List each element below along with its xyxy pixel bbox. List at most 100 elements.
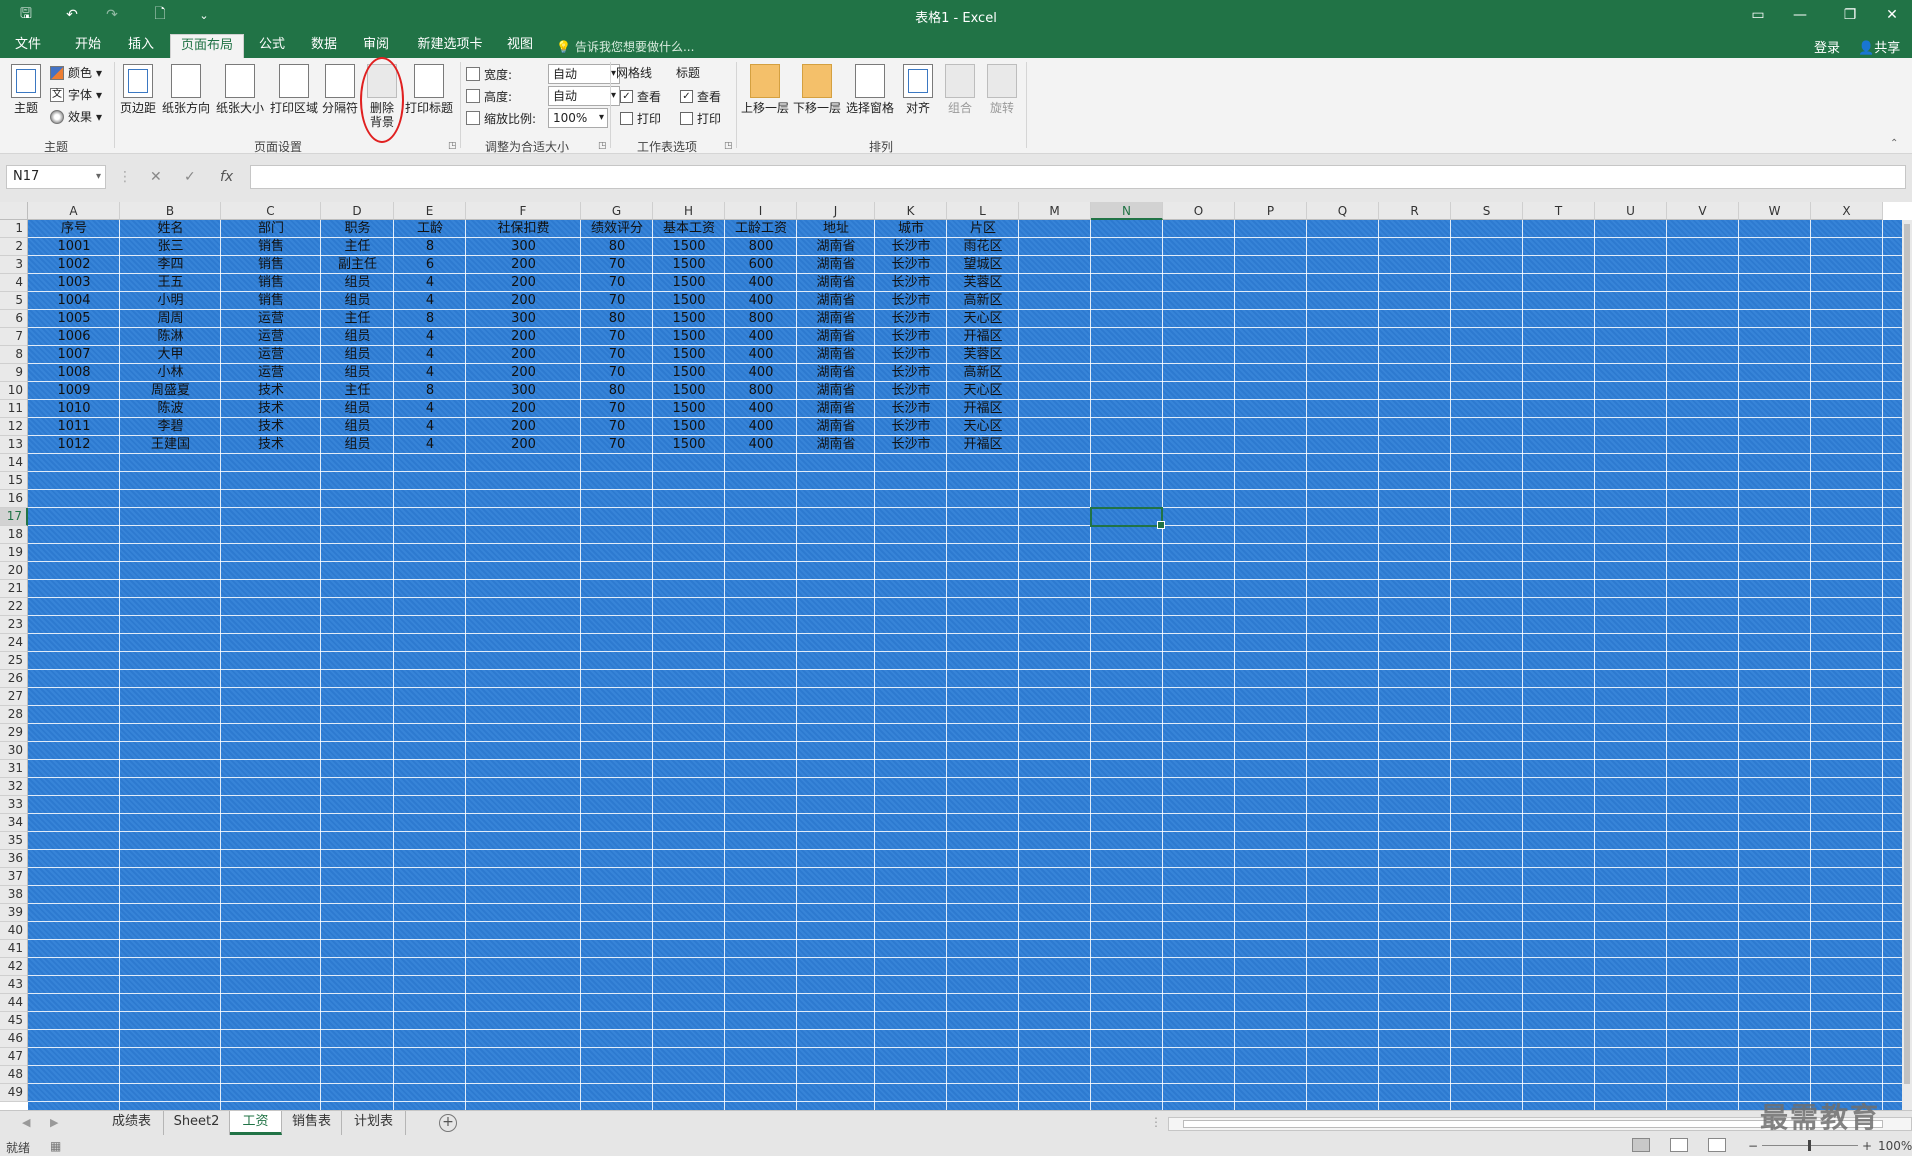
- table-cell[interactable]: 组员: [321, 328, 394, 346]
- table-cell[interactable]: 200: [466, 328, 581, 346]
- table-cell[interactable]: 销售: [221, 274, 321, 292]
- gridlines-view-checkbox[interactable]: ✓ 查看: [620, 88, 661, 105]
- table-cell[interactable]: 200: [466, 346, 581, 364]
- table-cell[interactable]: 湖南省: [797, 310, 875, 328]
- table-cell[interactable]: 主任: [321, 238, 394, 256]
- column-header-a[interactable]: A: [28, 202, 120, 220]
- table-cell[interactable]: 400: [725, 274, 797, 292]
- table-cell[interactable]: 长沙市: [875, 418, 947, 436]
- table-cell[interactable]: 开福区: [947, 400, 1019, 418]
- column-header-i[interactable]: I: [725, 202, 797, 220]
- margins-button[interactable]: 页边距: [118, 64, 158, 115]
- close-icon[interactable]: ✕: [1872, 0, 1912, 30]
- table-cell[interactable]: 1500: [653, 364, 725, 382]
- gridlines-print-checkbox[interactable]: 打印: [620, 110, 661, 127]
- table-cell[interactable]: 组员: [321, 418, 394, 436]
- table-cell[interactable]: 湖南省: [797, 328, 875, 346]
- table-cell[interactable]: 1500: [653, 436, 725, 454]
- row-header-46[interactable]: 46: [0, 1030, 28, 1048]
- table-cell[interactable]: 湖南省: [797, 400, 875, 418]
- table-cell[interactable]: 200: [466, 364, 581, 382]
- row-header-22[interactable]: 22: [0, 598, 28, 616]
- column-header-s[interactable]: S: [1451, 202, 1523, 220]
- table-cell[interactable]: 组员: [321, 292, 394, 310]
- orientation-button[interactable]: 纸张方向: [160, 64, 212, 115]
- table-cell[interactable]: 小明: [120, 292, 221, 310]
- table-cell[interactable]: 8: [394, 382, 466, 400]
- tab-new-tab[interactable]: 新建选项卡: [410, 34, 490, 58]
- header-cell[interactable]: 绩效评分: [581, 220, 653, 238]
- active-cell[interactable]: [1090, 507, 1165, 529]
- row-header-25[interactable]: 25: [0, 652, 28, 670]
- row-header-14[interactable]: 14: [0, 454, 28, 472]
- zoom-out-icon[interactable]: −: [1748, 1139, 1758, 1153]
- row-header-3[interactable]: 3: [0, 256, 28, 274]
- name-box[interactable]: N17: [6, 165, 106, 189]
- tab-home[interactable]: 开始: [68, 34, 108, 58]
- fonts-button[interactable]: 文字体 ▾: [50, 86, 102, 103]
- restore-icon[interactable]: ❐: [1830, 0, 1870, 30]
- table-cell[interactable]: 1009: [28, 382, 120, 400]
- table-cell[interactable]: 长沙市: [875, 364, 947, 382]
- table-cell[interactable]: 1500: [653, 346, 725, 364]
- row-header-35[interactable]: 35: [0, 832, 28, 850]
- formula-input[interactable]: [250, 165, 1906, 189]
- table-cell[interactable]: 800: [725, 382, 797, 400]
- table-cell[interactable]: 80: [581, 382, 653, 400]
- table-cell[interactable]: 李四: [120, 256, 221, 274]
- table-cell[interactable]: 400: [725, 436, 797, 454]
- table-cell[interactable]: 周盛夏: [120, 382, 221, 400]
- row-header-33[interactable]: 33: [0, 796, 28, 814]
- tab-review[interactable]: 审阅: [356, 34, 396, 58]
- size-button[interactable]: 纸张大小: [214, 64, 266, 115]
- table-cell[interactable]: 80: [581, 238, 653, 256]
- table-cell[interactable]: 4: [394, 418, 466, 436]
- table-cell[interactable]: 天心区: [947, 382, 1019, 400]
- scale-spinner[interactable]: 100%: [548, 108, 608, 128]
- column-header-q[interactable]: Q: [1307, 202, 1379, 220]
- table-cell[interactable]: 湖南省: [797, 346, 875, 364]
- table-cell[interactable]: 湖南省: [797, 364, 875, 382]
- table-cell[interactable]: 组员: [321, 274, 394, 292]
- row-header-34[interactable]: 34: [0, 814, 28, 832]
- header-cell[interactable]: 部门: [221, 220, 321, 238]
- table-cell[interactable]: 长沙市: [875, 346, 947, 364]
- minimize-icon[interactable]: —: [1780, 0, 1820, 30]
- table-cell[interactable]: 1500: [653, 382, 725, 400]
- column-header-o[interactable]: O: [1163, 202, 1235, 220]
- table-cell[interactable]: 1500: [653, 418, 725, 436]
- table-cell[interactable]: 周周: [120, 310, 221, 328]
- table-cell[interactable]: 销售: [221, 238, 321, 256]
- row-header-6[interactable]: 6: [0, 310, 28, 328]
- zoom-slider[interactable]: [1762, 1140, 1858, 1151]
- table-cell[interactable]: 长沙市: [875, 310, 947, 328]
- table-cell[interactable]: 1008: [28, 364, 120, 382]
- table-cell[interactable]: 1011: [28, 418, 120, 436]
- row-header-2[interactable]: 2: [0, 238, 28, 256]
- table-cell[interactable]: 长沙市: [875, 382, 947, 400]
- row-header-16[interactable]: 16: [0, 490, 28, 508]
- table-cell[interactable]: 销售: [221, 292, 321, 310]
- collapse-ribbon-icon[interactable]: ⌃: [1890, 138, 1898, 149]
- row-header-31[interactable]: 31: [0, 760, 28, 778]
- column-header-l[interactable]: L: [947, 202, 1019, 220]
- table-cell[interactable]: 主任: [321, 310, 394, 328]
- table-cell[interactable]: 湖南省: [797, 256, 875, 274]
- table-cell[interactable]: 70: [581, 418, 653, 436]
- table-cell[interactable]: 望城区: [947, 256, 1019, 274]
- page-break-view-icon[interactable]: [1708, 1138, 1726, 1152]
- table-cell[interactable]: 600: [725, 256, 797, 274]
- row-header-49[interactable]: 49: [0, 1084, 28, 1102]
- table-cell[interactable]: 1003: [28, 274, 120, 292]
- themes-button[interactable]: 主题: [6, 64, 46, 115]
- ribbon-display-options-icon[interactable]: ▭: [1738, 0, 1778, 30]
- sheet-options-launcher-icon[interactable]: ◳: [724, 141, 733, 151]
- table-cell[interactable]: 4: [394, 436, 466, 454]
- zoom-in-icon[interactable]: +: [1862, 1139, 1872, 1153]
- page-setup-launcher-icon[interactable]: ◳: [448, 141, 457, 151]
- table-cell[interactable]: 天心区: [947, 310, 1019, 328]
- column-header-k[interactable]: K: [875, 202, 947, 220]
- row-header-13[interactable]: 13: [0, 436, 28, 454]
- table-cell[interactable]: 200: [466, 436, 581, 454]
- table-cell[interactable]: 1500: [653, 274, 725, 292]
